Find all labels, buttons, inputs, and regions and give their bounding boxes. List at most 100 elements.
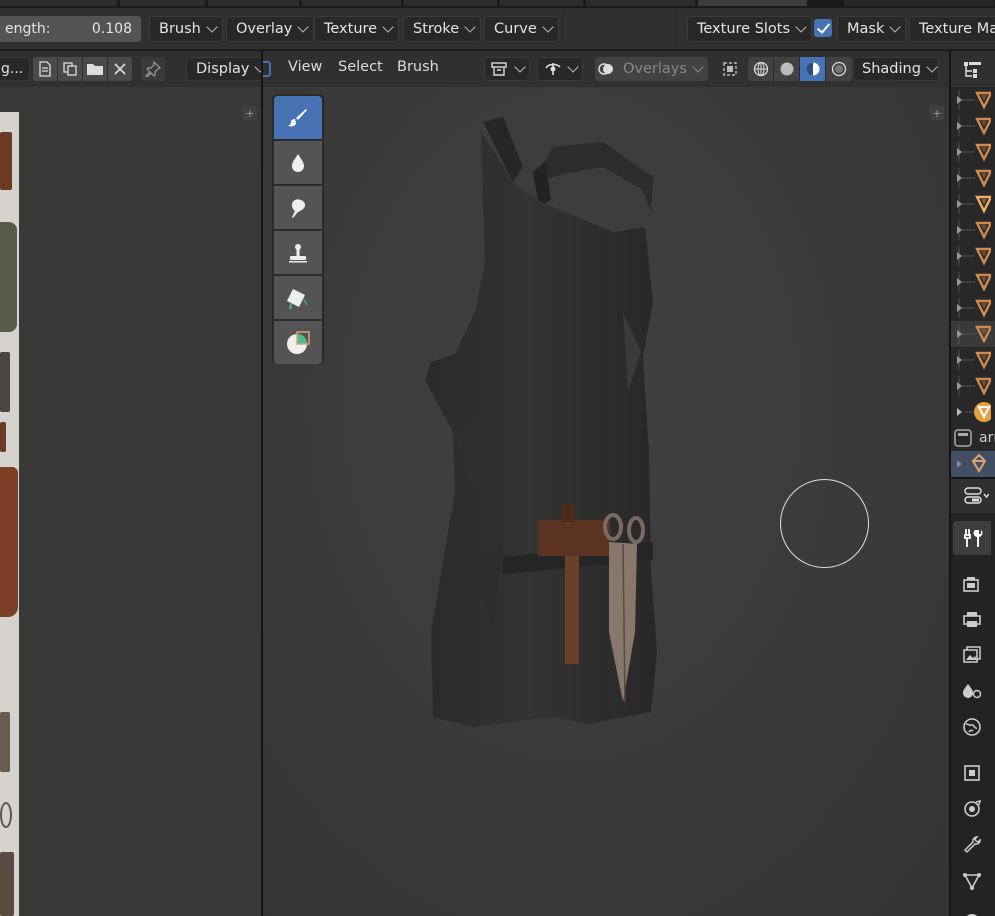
object-tab-icon[interactable] xyxy=(953,756,991,790)
new-image-icon[interactable] xyxy=(33,57,57,81)
outliner-row[interactable] xyxy=(951,243,995,269)
material-preview-shading-icon[interactable] xyxy=(800,57,826,81)
image-editor-canvas[interactable]: + xyxy=(0,87,261,916)
shading-label: Shading xyxy=(862,61,921,77)
scene-tab-icon[interactable] xyxy=(953,674,991,708)
chevron-down-icon xyxy=(692,61,704,73)
mask-tool-button[interactable] xyxy=(274,321,322,364)
output-tab-icon[interactable] xyxy=(953,602,991,636)
texture-slots-dropdown[interactable]: Texture Slots xyxy=(687,16,813,42)
properties-editor-type-icon[interactable] xyxy=(963,484,989,508)
viewport-header: View Select Brush Overlays Shading xyxy=(263,51,949,87)
workspace-tab[interactable] xyxy=(586,0,696,6)
pin-icon[interactable] xyxy=(141,57,165,81)
chevron-down-icon xyxy=(542,21,554,33)
overlays-dropdown[interactable]: Overlays xyxy=(617,57,708,81)
overlay-dropdown[interactable]: Overlay xyxy=(226,16,315,42)
image-editor-header: g... Display xyxy=(0,51,267,87)
mesh-object-icon xyxy=(951,191,991,217)
tool-settings-header: ength: 0.108 Brush Overlay Texture Strok… xyxy=(0,8,995,50)
duplicate-image-icon[interactable] xyxy=(58,57,82,81)
view-object-types-dropdown[interactable] xyxy=(484,57,530,81)
chevron-down-icon xyxy=(206,21,218,33)
curve-dropdown[interactable]: Curve xyxy=(484,16,559,42)
tool-tab-icon[interactable] xyxy=(953,521,991,555)
divider xyxy=(675,12,676,46)
view-menu[interactable]: View xyxy=(288,59,322,75)
display-dropdown[interactable]: Display xyxy=(186,57,267,81)
texture-slots-label: Texture Slots xyxy=(697,21,791,37)
workspace-tab[interactable] xyxy=(404,0,498,6)
strength-slider[interactable]: ength: 0.108 xyxy=(0,16,141,42)
rendered-shading-icon[interactable] xyxy=(826,57,852,81)
outliner-row[interactable] xyxy=(951,139,995,165)
mesh-data-tab-icon[interactable] xyxy=(953,864,991,898)
gizmo-dropdown[interactable] xyxy=(537,57,583,81)
stroke-dropdown[interactable]: Stroke xyxy=(403,16,482,42)
clone-tool-button[interactable] xyxy=(274,231,322,274)
texture-patch xyxy=(0,222,17,332)
workspace-tab-active[interactable] xyxy=(698,0,808,6)
outliner-display-mode-icon[interactable] xyxy=(961,57,987,81)
world-tab-icon[interactable] xyxy=(953,710,991,744)
brush-menu[interactable]: Brush xyxy=(397,59,439,75)
xray-toggle-icon[interactable] xyxy=(719,57,741,81)
physics-tab-icon[interactable] xyxy=(953,792,991,826)
mask-dropdown[interactable]: Mask xyxy=(837,16,907,42)
outliner-row[interactable] xyxy=(951,373,995,399)
apron-model[interactable] xyxy=(413,112,683,742)
workspace-tab[interactable] xyxy=(302,0,402,6)
workspace-tab[interactable] xyxy=(120,0,206,6)
workspace-tab[interactable] xyxy=(208,0,300,6)
close-icon[interactable] xyxy=(108,57,132,81)
image-name-field[interactable]: g... xyxy=(0,57,30,81)
overlays-toggle-icon[interactable] xyxy=(595,57,617,81)
render-tab-icon[interactable] xyxy=(953,567,991,601)
draw-tool-button[interactable] xyxy=(274,96,322,139)
texture-image xyxy=(0,112,19,916)
modifiers-tab-icon[interactable] xyxy=(953,828,991,862)
outliner-row[interactable] xyxy=(951,347,995,373)
wireframe-shading-icon[interactable] xyxy=(748,57,774,81)
outliner-row[interactable] xyxy=(951,295,995,321)
mesh-object-icon xyxy=(951,269,991,295)
mesh-object-icon xyxy=(951,373,991,399)
outliner-row-collection[interactable]: arı xyxy=(951,425,995,451)
sidebar-toggle-icon[interactable]: + xyxy=(243,106,257,120)
outliner-row[interactable] xyxy=(951,191,995,217)
mesh-object-icon xyxy=(951,87,991,113)
outliner-row[interactable] xyxy=(951,269,995,295)
mask-checkbox[interactable] xyxy=(814,19,832,37)
outliner-row[interactable] xyxy=(951,113,995,139)
mesh-object-icon xyxy=(951,139,991,165)
chevron-down-icon xyxy=(926,61,938,73)
scene-selector[interactable] xyxy=(844,0,995,6)
sidebar-toggle-icon[interactable]: + xyxy=(930,106,944,120)
outliner-row[interactable] xyxy=(951,165,995,191)
drop-icon xyxy=(292,153,304,172)
outliner-row-armature[interactable] xyxy=(951,451,995,477)
view-layer-tab-icon[interactable] xyxy=(953,638,991,672)
workspace-tab[interactable] xyxy=(500,0,584,6)
soften-tool-button[interactable] xyxy=(274,141,322,184)
texture-dropdown[interactable]: Texture xyxy=(314,16,400,42)
outliner-row[interactable] xyxy=(951,399,995,425)
outliner-row[interactable] xyxy=(951,321,995,347)
outliner-row[interactable] xyxy=(951,87,995,113)
image-name-label: g... xyxy=(1,61,24,77)
brush-dropdown[interactable]: Brush xyxy=(149,16,223,42)
strength-label: ength: xyxy=(5,21,51,37)
workspace-tab[interactable] xyxy=(0,0,118,6)
smear-tool-button[interactable] xyxy=(274,186,322,229)
open-folder-icon[interactable] xyxy=(83,57,107,81)
outliner-row[interactable] xyxy=(951,217,995,243)
shading-dropdown[interactable]: Shading xyxy=(853,57,939,81)
editor-type-icon[interactable] xyxy=(263,61,271,77)
fill-tool-button[interactable] xyxy=(274,276,322,319)
solid-shading-icon[interactable] xyxy=(774,57,800,81)
texture-mask-dropdown[interactable]: Texture Mas xyxy=(909,16,995,42)
material-tab-icon[interactable] xyxy=(953,901,991,916)
select-menu[interactable]: Select xyxy=(338,59,383,75)
texture-mask-label: Texture Mas xyxy=(919,21,995,37)
mesh-object-icon xyxy=(951,217,991,243)
